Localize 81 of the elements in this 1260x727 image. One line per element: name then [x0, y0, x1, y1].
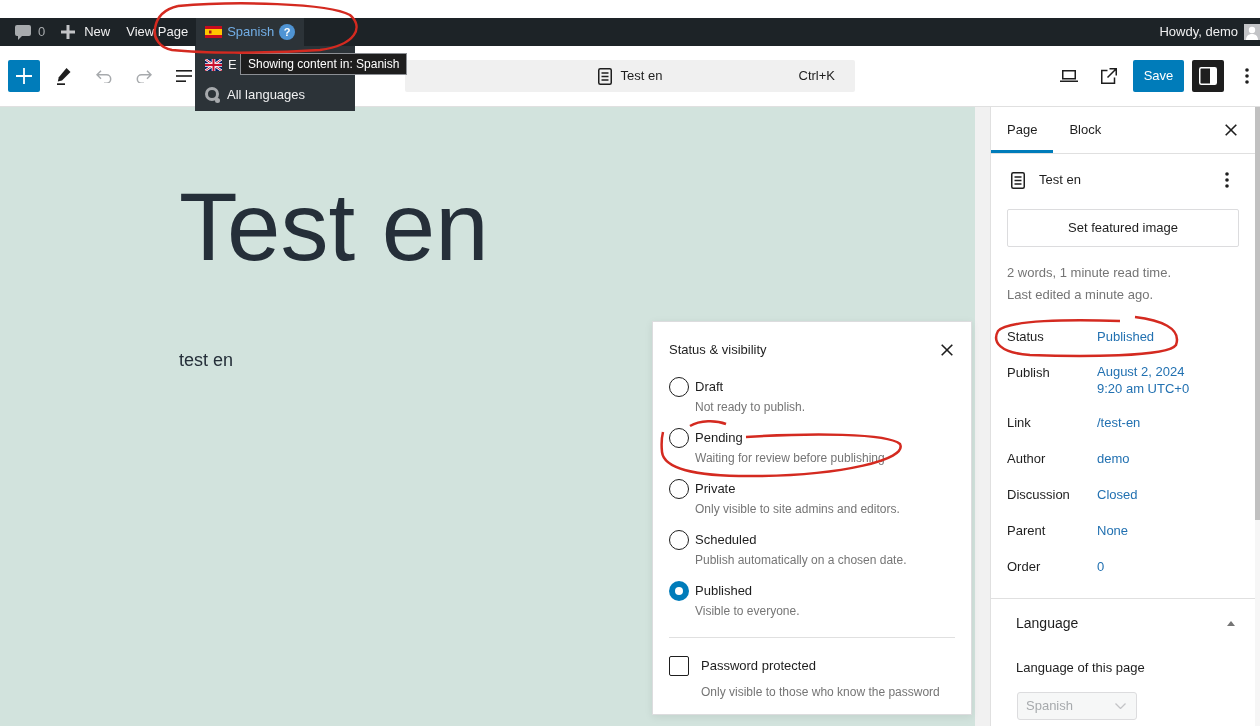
- field-value-link[interactable]: None: [1097, 521, 1129, 541]
- kebab-menu-icon: [1245, 68, 1249, 84]
- greeting-text: Howdy, demo: [1159, 23, 1238, 42]
- option-label[interactable]: Private: [695, 479, 736, 499]
- set-featured-image-button[interactable]: Set featured image: [1007, 209, 1239, 247]
- popover-title: Status & visibility: [669, 341, 767, 360]
- field-value-link[interactable]: August 2, 2024: [1097, 363, 1190, 380]
- keyboard-shortcut: Ctrl+K: [798, 67, 836, 86]
- comments-link[interactable]: 0: [0, 18, 54, 46]
- option-label[interactable]: Published: [695, 581, 753, 601]
- field-label: Discussion: [1007, 486, 1071, 504]
- close-icon: [1225, 124, 1237, 136]
- field-value-link[interactable]: /test-en: [1097, 413, 1141, 433]
- post-stats-text: 2 words, 1 minute read time.: [1007, 264, 1172, 282]
- pen-icon: [57, 67, 71, 85]
- sidebar-panel-icon: [1199, 67, 1217, 85]
- redo-icon: [136, 69, 152, 83]
- field-label: Status: [1007, 328, 1045, 346]
- laptop-icon: [1060, 70, 1078, 82]
- radio-button[interactable]: [669, 377, 689, 397]
- close-icon: [941, 344, 953, 356]
- field-label: Order: [1007, 558, 1042, 576]
- spain-flag-icon: [205, 26, 223, 38]
- command-bar[interactable]: Test en Ctrl+K: [405, 60, 855, 92]
- paragraph-block[interactable]: test en: [179, 347, 234, 374]
- checkbox[interactable]: [669, 656, 689, 676]
- comment-icon: [15, 24, 31, 40]
- field-label: Publish: [1007, 364, 1051, 382]
- page-title[interactable]: Test en: [179, 179, 489, 275]
- field-value-link[interactable]: 9:20 am UTC+0: [1097, 380, 1190, 397]
- plus-icon: [16, 68, 32, 84]
- chevron-down-icon: [1115, 703, 1126, 709]
- document-icon: [1011, 171, 1025, 189]
- language-menu-item[interactable]: All languages: [195, 80, 355, 110]
- document-title: Test en: [620, 67, 663, 86]
- option-label[interactable]: Pending: [695, 428, 743, 448]
- save-button[interactable]: Save: [1133, 60, 1184, 92]
- language-panel-toggle[interactable]: Language: [991, 599, 1255, 647]
- field-value-link[interactable]: 0: [1097, 557, 1105, 577]
- field-label: Link: [1007, 414, 1032, 432]
- post-stats-text: Last edited a minute ago.: [1007, 286, 1153, 304]
- document-title: Test en: [1039, 171, 1081, 190]
- add-block-button[interactable]: [8, 60, 40, 92]
- list-icon: [176, 70, 192, 82]
- field-label: Author: [1007, 450, 1047, 468]
- sidebar-toggle-button[interactable]: [1192, 60, 1224, 92]
- new-link[interactable]: New: [53, 18, 119, 46]
- uk-flag-icon: [205, 59, 222, 71]
- view-page-link[interactable]: View Page: [118, 18, 197, 46]
- language-switcher[interactable]: Spanish ?: [196, 18, 305, 46]
- option-description: Visible to everyone.: [694, 603, 800, 620]
- option-label[interactable]: Scheduled: [695, 530, 757, 550]
- field-label: Parent: [1007, 522, 1047, 540]
- external-link-icon: [1101, 68, 1117, 84]
- field-value-link[interactable]: Published: [1097, 327, 1155, 347]
- help-badge: ?: [279, 24, 296, 40]
- scrollbar-thumb[interactable]: [1255, 107, 1260, 520]
- checkbox-label[interactable]: Password protected: [701, 656, 816, 676]
- avatar-icon: [1244, 24, 1260, 40]
- field-value-link[interactable]: Closed: [1097, 485, 1138, 505]
- option-description: Publish automatically on a chosen date.: [694, 552, 907, 569]
- magnifier-icon: [205, 87, 221, 103]
- undo-icon: [96, 69, 112, 83]
- radio-button[interactable]: [669, 530, 689, 550]
- radio-button[interactable]: [669, 428, 689, 448]
- option-description: Not ready to publish.: [694, 399, 806, 416]
- option-label[interactable]: Draft: [695, 377, 724, 397]
- field-value-link[interactable]: demo: [1097, 449, 1130, 469]
- language-label: Spanish: [227, 23, 275, 42]
- option-description: Waiting for review before publishing: [694, 450, 885, 467]
- field-label: Language of this page: [1016, 659, 1145, 677]
- radio-button[interactable]: [669, 581, 689, 601]
- sidebar-tab[interactable]: Page: [991, 107, 1054, 153]
- option-description: Only visible to site admins and editors.: [694, 501, 900, 518]
- plus-icon: [61, 25, 76, 39]
- radio-button[interactable]: [669, 479, 689, 499]
- tooltip: Showing content in: Spanish: [240, 53, 408, 75]
- kebab-menu-icon: [1225, 172, 1229, 188]
- checkbox-description: Only visible to those who know the password: [701, 684, 940, 701]
- sidebar-tab[interactable]: Block: [1053, 107, 1118, 153]
- document-icon: [597, 67, 612, 85]
